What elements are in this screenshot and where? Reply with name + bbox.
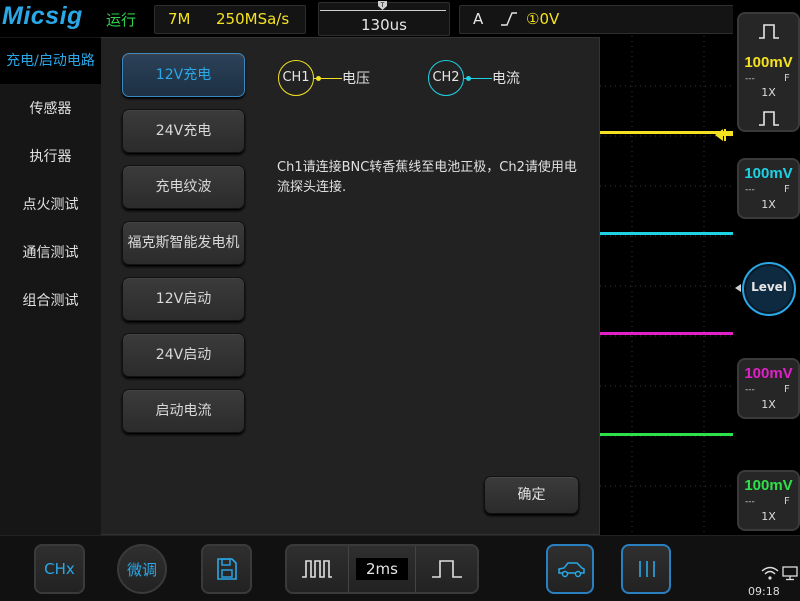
- ch2-bandwidth: F: [784, 184, 790, 195]
- save-button[interactable]: [201, 544, 252, 594]
- ch1-probe: 1X: [761, 86, 776, 99]
- waveform-display[interactable]: [600, 36, 733, 535]
- ch1-bandwidth: F: [784, 73, 790, 84]
- fine-adjust-button[interactable]: 微调: [117, 544, 167, 594]
- ch3-card[interactable]: 100mV --- F 1X: [737, 358, 800, 419]
- level-pointer-icon: [735, 284, 741, 292]
- timebase-divider: [415, 546, 416, 592]
- timebase-value[interactable]: 2ms: [356, 558, 408, 580]
- sidebar-item-sensors[interactable]: 传感器: [0, 86, 101, 132]
- sidebar-item-actuators[interactable]: 执行器: [0, 134, 101, 180]
- sidebar-item-combination[interactable]: 组合测试: [0, 278, 101, 324]
- sample-rate: 250MSa/s: [216, 10, 290, 28]
- ch3-trace: [600, 332, 733, 335]
- svg-text:T: T: [380, 2, 385, 9]
- brand-logo: Micsig: [2, 2, 83, 30]
- sidebar-item-communication[interactable]: 通信测试: [0, 230, 101, 276]
- ch2-meaning: 电流: [492, 71, 520, 87]
- car-icon: [558, 562, 585, 578]
- ch3-bandwidth: F: [784, 384, 790, 395]
- ch2-badge: CH2: [428, 60, 464, 96]
- ch4-bandwidth: F: [784, 496, 790, 507]
- ch4-probe: 1X: [761, 510, 776, 523]
- ch1-trigger-level-marker-icon[interactable]: [714, 127, 734, 143]
- record-overview-track: [320, 10, 446, 11]
- cursor-button[interactable]: [621, 544, 671, 594]
- sidebar-item-charging-starting[interactable]: 充电/启动电路: [0, 38, 101, 84]
- connection-instruction: Ch1请连接BNC转香蕉线至电池正极，Ch2请使用电流探头连接.: [277, 160, 577, 195]
- display-output-icon: [782, 566, 798, 581]
- floppy-disk-icon: [217, 558, 237, 580]
- test-ford-smart-alternator-button[interactable]: 福克斯智能发电机: [122, 221, 245, 265]
- level-label: Level: [751, 280, 787, 294]
- ch1-coupling: ---: [745, 74, 755, 84]
- automotive-mode-button[interactable]: [546, 544, 594, 594]
- test-24v-starting-button[interactable]: 24V启动: [122, 333, 245, 377]
- ch4-scale: 100mV: [744, 477, 793, 494]
- zoom-out-timebase-icon[interactable]: [301, 558, 333, 580]
- level-button[interactable]: Level: [742, 262, 796, 316]
- horizontal-position-value: 130us: [361, 16, 407, 34]
- ch2-trace: [600, 232, 733, 235]
- pulse-wave-icon: [759, 24, 779, 39]
- ch3-coupling: ---: [745, 385, 755, 395]
- ch2-connector-dot: [466, 76, 471, 81]
- run-stop-status[interactable]: 运行: [106, 9, 136, 30]
- pulse-wave-icon: [759, 111, 779, 126]
- ch1-connector-dot: [316, 76, 321, 81]
- system-clock: 09:18: [748, 585, 780, 598]
- test-24v-charging-button[interactable]: 24V充电: [122, 109, 245, 153]
- trigger-position-marker-icon: T: [378, 1, 387, 10]
- chx-label: CHx: [44, 560, 75, 578]
- ch1-meaning: 电压: [342, 71, 370, 87]
- trigger-level: ①0V: [526, 10, 560, 28]
- ch2-probe: 1X: [761, 198, 776, 211]
- test-12v-charging-button[interactable]: 12V充电: [122, 53, 245, 97]
- sidebar-item-ignition[interactable]: 点火测试: [0, 182, 101, 228]
- trigger-mode: A: [473, 10, 484, 28]
- ch3-probe: 1X: [761, 398, 776, 411]
- ch4-trace: [600, 433, 733, 436]
- fine-label: 微调: [126, 561, 157, 579]
- test-starting-current-button[interactable]: 启动电流: [122, 389, 245, 433]
- ch2-card[interactable]: 100mV --- F 1X: [737, 158, 800, 219]
- ch4-card[interactable]: 100mV --- F 1X: [737, 470, 800, 531]
- confirm-button[interactable]: 确定: [484, 476, 579, 514]
- cursor-lines-icon: [639, 561, 655, 577]
- ch3-scale: 100mV: [744, 365, 793, 382]
- ch1-card[interactable]: 100mV --- F 1X: [737, 12, 800, 132]
- wifi-icon: [761, 566, 779, 580]
- rising-edge-icon: [501, 12, 517, 26]
- memory-depth: 7M: [168, 10, 191, 28]
- ch2-coupling: ---: [745, 185, 755, 195]
- zoom-in-timebase-icon[interactable]: [431, 558, 463, 580]
- graticule: [600, 36, 733, 535]
- test-12v-starting-button[interactable]: 12V启动: [122, 277, 245, 321]
- ch1-scale: 100mV: [744, 54, 793, 71]
- ch4-coupling: ---: [745, 497, 755, 507]
- channel-select-button[interactable]: CHx: [34, 544, 85, 594]
- timebase-divider: [348, 546, 349, 592]
- ch1-badge: CH1: [278, 60, 314, 96]
- ch2-scale: 100mV: [744, 165, 793, 182]
- test-charging-ripple-button[interactable]: 充电纹波: [122, 165, 245, 209]
